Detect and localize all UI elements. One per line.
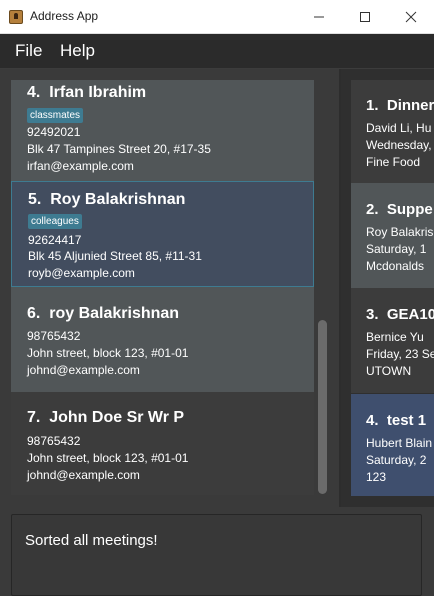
person-list[interactable]: 4. Irfan Ibrahim classmates 92492021 Blk… <box>11 80 314 495</box>
meeting-participants: Bernice Yu <box>366 330 424 344</box>
tag-badge: colleagues <box>28 214 82 229</box>
meeting-participants: David Li, Hu <box>366 121 432 135</box>
person-address: John street, block 123, #01-01 <box>27 346 189 360</box>
meeting-datetime: Friday, 23 Se <box>366 347 434 361</box>
result-panel: Sorted all meetings! <box>0 507 434 596</box>
address-book-icon <box>9 10 23 24</box>
person-list-scrollbar[interactable] <box>318 80 328 506</box>
person-email: irfan@example.com <box>27 159 134 173</box>
person-email: johnd@example.com <box>27 363 140 377</box>
person-address: Blk 47 Tampines Street 20, #17-35 <box>27 142 211 156</box>
person-address: John street, block 123, #01-01 <box>27 451 189 465</box>
meeting-participants: Hubert Blain <box>366 436 433 450</box>
meeting-datetime: Saturday, 2 <box>366 453 427 467</box>
tag-badge: classmates <box>27 108 84 123</box>
meeting-title: 2. Suppe <box>366 201 433 218</box>
person-name: 7. John Doe Sr Wr P <box>27 409 185 426</box>
title-bar: Address App <box>0 0 434 34</box>
meeting-datetime: Wednesday, <box>366 138 432 152</box>
person-name: 5. Roy Balakrishnan <box>28 191 186 208</box>
meeting-location: UTOWN <box>366 364 412 378</box>
meeting-location: Mcdonalds <box>366 259 425 273</box>
meeting-location: Fine Food <box>366 155 421 169</box>
close-button[interactable] <box>388 0 434 34</box>
person-phone: 98765432 <box>27 329 81 343</box>
scrollbar-thumb[interactable] <box>318 320 327 494</box>
close-icon <box>405 11 417 23</box>
person-email: royb@example.com <box>28 266 135 280</box>
person-card[interactable]: 6. roy Balakrishnan 98765432 John street… <box>11 287 314 392</box>
meeting-card[interactable]: 3. GEA10 Bernice Yu Friday, 23 Se UTOWN <box>351 288 434 393</box>
person-card[interactable]: 7. John Doe Sr Wr P 98765432 John street… <box>11 392 314 495</box>
person-phone: 92492021 <box>27 125 81 139</box>
window-title: Address App <box>30 9 99 23</box>
maximize-button[interactable] <box>342 0 388 34</box>
menu-bar: File Help <box>0 34 434 68</box>
meeting-title: 3. GEA10 <box>366 306 434 323</box>
menu-help[interactable]: Help <box>60 41 95 61</box>
person-name: 4. Irfan Ibrahim <box>27 84 147 101</box>
meeting-list-panel: 1. Dinner David Li, Hu Wednesday, Fine F… <box>341 69 434 507</box>
meeting-location: 123 <box>366 470 387 484</box>
meeting-participants: Roy Balakris <box>366 225 434 239</box>
meeting-card[interactable]: 4. test 1 Hubert Blain Saturday, 2 123 <box>351 394 434 496</box>
meeting-title: 1. Dinner <box>366 97 434 114</box>
person-email: johnd@example.com <box>27 468 140 482</box>
result-message: Sorted all meetings! <box>25 532 158 549</box>
person-card[interactable]: 4. Irfan Ibrahim classmates 92492021 Blk… <box>11 80 314 181</box>
minimize-button[interactable] <box>296 0 342 34</box>
person-phone: 98765432 <box>27 434 81 448</box>
meeting-title: 4. test 1 <box>366 412 427 429</box>
minimize-icon <box>314 16 324 18</box>
person-name: 6. roy Balakrishnan <box>27 305 180 322</box>
meeting-card[interactable]: 2. Suppe Roy Balakris Saturday, 1 Mcdona… <box>351 183 434 288</box>
maximize-icon <box>360 12 370 22</box>
person-card[interactable]: 5. Roy Balakrishnan colleagues 92624417 … <box>11 181 314 287</box>
menu-file[interactable]: File <box>15 41 42 61</box>
meeting-datetime: Saturday, 1 <box>366 242 427 256</box>
person-address: Blk 45 Aljunied Street 85, #11-31 <box>28 249 202 263</box>
result-display[interactable]: Sorted all meetings! <box>11 514 422 596</box>
person-phone: 92624417 <box>28 233 82 247</box>
person-list-panel: 4. Irfan Ibrahim classmates 92492021 Blk… <box>0 69 339 507</box>
meeting-card[interactable]: 1. Dinner David Li, Hu Wednesday, Fine F… <box>351 80 434 183</box>
